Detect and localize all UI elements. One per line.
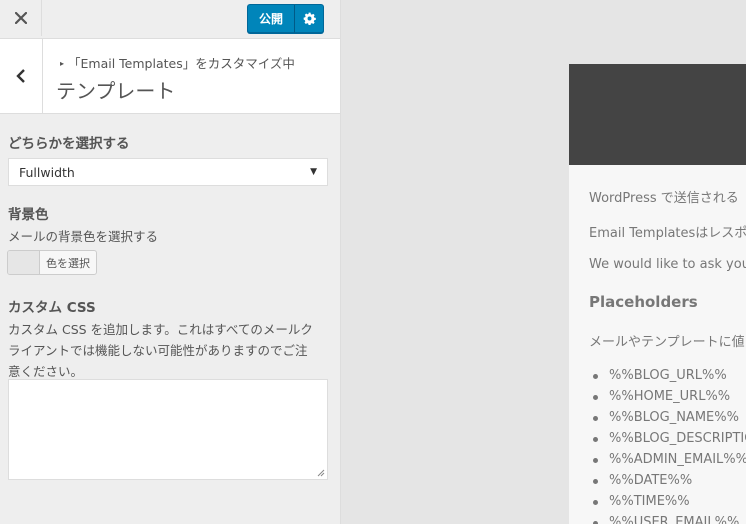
placeholder-item: %%DATE%% [593, 470, 746, 491]
background-color-title: 背景色 [8, 207, 49, 223]
breadcrumb: ▸ 「Email Templates」をカスタマイズ中 [60, 53, 295, 72]
dropdown-caret-icon: ▼ [310, 167, 317, 177]
custom-css-textarea[interactable] [8, 379, 328, 480]
layout-select[interactable]: Fullwidth ▼ [8, 158, 328, 186]
color-swatch [8, 251, 40, 274]
placeholder-list: %%BLOG_URL%% %%HOME_URL%% %%BLOG_NAME%% … [593, 365, 746, 524]
publish-button-group: 公開 [247, 4, 325, 33]
email-text-line: Email Templatesはレスポ [589, 226, 746, 241]
publish-button[interactable]: 公開 [247, 4, 295, 33]
customizer-topbar: 公開 [0, 0, 340, 39]
placeholders-intro: メールやテンプレートに値 [589, 335, 745, 350]
close-button[interactable] [0, 0, 42, 36]
publish-settings-button[interactable] [294, 4, 325, 33]
gear-icon [303, 12, 316, 25]
placeholder-item: %%TIME%% [593, 491, 746, 512]
custom-css-description: カスタム CSS を追加します。これはすべてのメールク ライアントでは機能しない… [8, 319, 313, 382]
custom-css-description-line: カスタム CSS を追加します。これはすべてのメールク [8, 322, 313, 337]
placeholder-item: %%HOME_URL%% [593, 386, 746, 407]
placeholder-item: %%BLOG_URL%% [593, 365, 746, 386]
email-text-line: WordPress で送信される [589, 191, 739, 206]
placeholders-heading: Placeholders [589, 293, 698, 311]
color-picker-label: 色を選択 [46, 256, 90, 270]
placeholder-item: %%BLOG_NAME%% [593, 407, 746, 428]
customizer-panel: 公開 ▸ 「Email Templates」をカスタマイズ中 テンプレート どちら… [0, 0, 341, 524]
email-text-line: We would like to ask you [589, 257, 746, 272]
breadcrumb-arrow-icon: ▸ [60, 59, 65, 68]
custom-css-title: カスタム CSS [8, 300, 96, 316]
email-header [569, 64, 746, 165]
background-color-description: メールの背景色を選択する [8, 229, 159, 244]
layout-select-value: Fullwidth [19, 164, 75, 180]
placeholder-item: %%BLOG_DESCRIPTION%% [593, 428, 746, 449]
preview-area: WordPress で送信される Email Templatesはレスポ We … [341, 0, 746, 524]
resize-handle-icon[interactable] [317, 469, 325, 477]
color-picker-button[interactable]: 色を選択 [7, 250, 97, 275]
custom-css-description-line: ライアントでは機能しない可能性がありますのでご注 [8, 343, 308, 358]
chevron-left-icon [16, 69, 25, 83]
section-header: ▸ 「Email Templates」をカスタマイズ中 テンプレート [0, 39, 340, 114]
section-title: テンプレート [56, 79, 176, 103]
placeholder-item: %%ADMIN_EMAIL%% [593, 449, 746, 470]
email-body: WordPress で送信される Email Templatesはレスポ We … [569, 165, 746, 524]
close-icon [14, 12, 27, 24]
placeholder-item: %%USER_EMAIL%% [593, 512, 746, 524]
layout-control-title: どちらかを選択する [8, 136, 130, 152]
back-button[interactable] [0, 39, 43, 113]
breadcrumb-text: 「Email Templates」をカスタマイズ中 [68, 56, 295, 71]
